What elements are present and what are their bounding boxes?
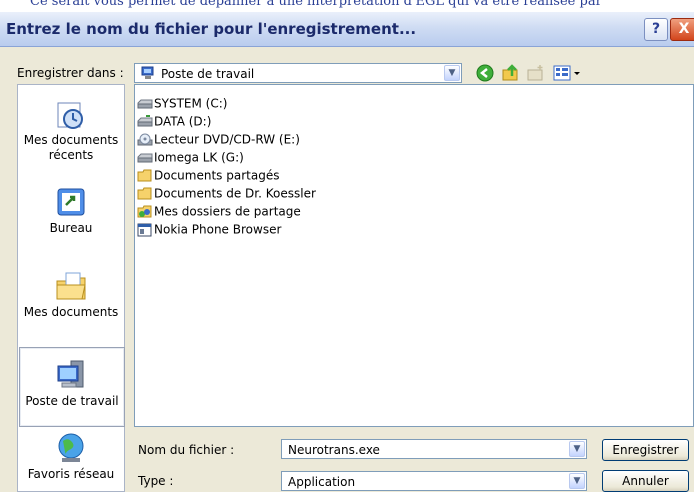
place-my-documents[interactable]: Mes documents xyxy=(19,269,123,320)
background-document: Ce serait vous permet de dépanner à une … xyxy=(0,0,694,12)
list-item[interactable]: Lecteur DVD/CD-RW (E:) xyxy=(137,132,300,150)
phone-browser-icon xyxy=(137,223,153,237)
filetype-value: Application xyxy=(288,475,356,489)
hard-drive-icon xyxy=(137,97,153,111)
view-menu-icon[interactable] xyxy=(553,64,583,82)
cancel-button[interactable]: Annuler xyxy=(602,470,689,492)
place-network[interactable]: Favoris réseau xyxy=(19,431,123,482)
filename-value[interactable]: Neurotrans.exe xyxy=(288,443,380,457)
hard-drive-icon xyxy=(137,114,153,129)
up-folder-icon[interactable] xyxy=(502,64,520,82)
save-in-dropdown[interactable]: Poste de travail ▼ xyxy=(134,63,462,83)
my-documents-icon xyxy=(54,269,88,303)
chevron-down-icon[interactable]: ▼ xyxy=(569,441,585,457)
list-item[interactable]: Documents partagés xyxy=(137,168,279,186)
back-icon[interactable] xyxy=(476,64,494,82)
dvd-drive-icon xyxy=(137,133,153,147)
place-label: Mes documents récents xyxy=(23,133,119,162)
close-button[interactable]: X xyxy=(670,18,694,41)
list-item[interactable]: DATA (D:) xyxy=(137,114,211,132)
dialog-titlebar: Entrez le nom du fichier pour l'enregist… xyxy=(0,12,694,47)
filename-input[interactable]: Neurotrans.exe ▼ xyxy=(281,439,587,459)
place-label: Poste de travail xyxy=(25,394,119,408)
network-places-icon xyxy=(54,431,88,465)
recent-documents-icon xyxy=(54,97,88,131)
hard-drive-icon xyxy=(137,151,153,165)
file-list[interactable]: SYSTEM (C:) DATA (D:) Lecteur DVD/CD-RW … xyxy=(134,84,694,427)
list-item[interactable]: Mes dossiers de partage xyxy=(137,204,301,222)
list-item[interactable]: Nokia Phone Browser xyxy=(137,222,281,240)
help-button[interactable]: ? xyxy=(644,18,668,41)
places-bar: Mes documents récents Bureau Mes documen… xyxy=(17,84,125,492)
place-recent-documents[interactable]: Mes documents récents xyxy=(19,97,123,163)
new-folder-icon[interactable] xyxy=(527,64,545,82)
filetype-dropdown[interactable]: Application ▼ xyxy=(281,471,587,491)
background-text: Ce serait vous permet de dépanner à une … xyxy=(30,0,602,9)
folder-icon xyxy=(137,169,153,183)
save-in-label: Enregistrer dans : xyxy=(17,66,124,80)
my-computer-icon xyxy=(55,358,89,392)
list-item[interactable]: Documents de Dr. Koessler xyxy=(137,186,316,204)
place-desktop[interactable]: Bureau xyxy=(19,185,123,236)
desktop-icon xyxy=(54,185,88,219)
place-label: Mes documents xyxy=(23,305,119,319)
chevron-down-icon[interactable]: ▼ xyxy=(569,473,585,489)
place-label: Bureau xyxy=(49,221,93,235)
my-computer-small-icon xyxy=(141,66,155,80)
list-item[interactable]: Iomega LK (G:) xyxy=(137,150,244,168)
place-my-computer[interactable]: Poste de travail xyxy=(19,347,125,427)
dialog-title: Entrez le nom du fichier pour l'enregist… xyxy=(6,20,417,38)
chevron-down-icon[interactable]: ▼ xyxy=(444,65,460,81)
save-in-value: Poste de travail xyxy=(161,67,255,81)
save-button[interactable]: Enregistrer xyxy=(602,439,689,461)
list-item[interactable]: SYSTEM (C:) xyxy=(137,96,227,114)
place-label: Favoris réseau xyxy=(27,467,115,481)
filetype-label: Type : xyxy=(138,474,174,488)
shared-folder-icon xyxy=(137,205,153,219)
folder-icon xyxy=(137,187,153,201)
filename-label: Nom du fichier : xyxy=(138,443,235,457)
